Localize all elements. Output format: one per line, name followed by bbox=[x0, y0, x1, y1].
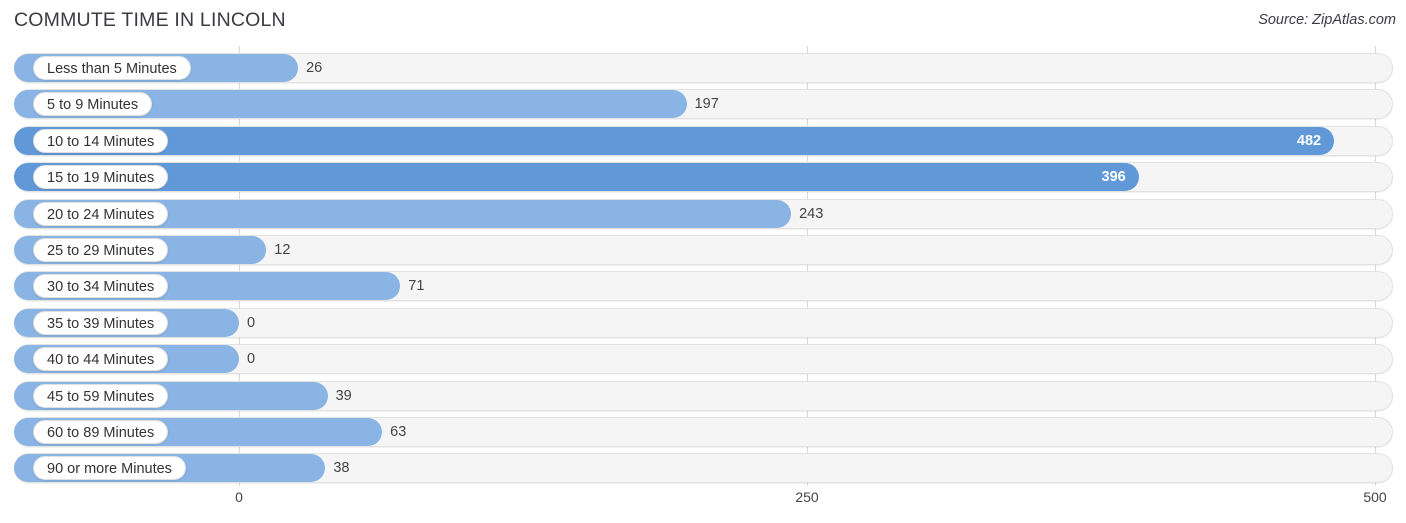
page-title: COMMUTE TIME IN LINCOLN bbox=[14, 9, 286, 31]
table-row: 40 to 44 Minutes 0 bbox=[0, 344, 1406, 380]
bar-value-label: 197 bbox=[694, 96, 719, 113]
bar-value-label: 396 bbox=[1101, 169, 1126, 186]
bar[interactable]: 482 bbox=[14, 126, 1335, 155]
table-row: 45 to 59 Minutes 39 bbox=[0, 380, 1406, 417]
bar-value-label: 63 bbox=[390, 424, 407, 440]
bar-category-label: 20 to 24 Minutes bbox=[33, 201, 169, 226]
bar-category-label: 60 to 89 Minutes bbox=[33, 420, 169, 444]
x-axis-tick-500: 500 bbox=[1363, 489, 1387, 505]
bar-category-label: 5 to 9 Minutes bbox=[33, 92, 153, 117]
table-row: 482 10 to 14 Minutes bbox=[0, 125, 1406, 162]
bar-category-label: 25 to 29 Minutes bbox=[33, 238, 169, 262]
bar-value-label: 39 bbox=[335, 387, 352, 404]
table-row: 30 to 34 Minutes 71 bbox=[0, 271, 1406, 307]
chart-plot-area: Less than 5 Minutes 26 5 to 9 Minutes 197 48… bbox=[0, 46, 1406, 486]
table-row: 5 to 9 Minutes 197 bbox=[0, 89, 1406, 125]
bar-value-label: 26 bbox=[306, 60, 323, 76]
table-row: 25 to 29 Minutes 12 bbox=[0, 235, 1406, 271]
x-axis-tick-0: 0 bbox=[235, 489, 243, 505]
x-axis-tick-250: 250 bbox=[795, 489, 819, 505]
bar-value-label: 243 bbox=[799, 205, 824, 222]
bar-category-label: 45 to 59 Minutes bbox=[33, 383, 169, 408]
bar-category-label: 40 to 44 Minutes bbox=[33, 347, 169, 372]
table-row: 60 to 89 Minutes 63 bbox=[0, 417, 1406, 453]
table-row: 35 to 39 Minutes 0 bbox=[0, 307, 1406, 344]
bar-category-label: 10 to 14 Minutes bbox=[33, 128, 169, 153]
bar-value-label: 38 bbox=[333, 460, 350, 477]
table-row: 396 15 to 19 Minutes bbox=[0, 162, 1406, 198]
bar-category-label: 35 to 39 Minutes bbox=[33, 310, 169, 335]
bar-value-label: 12 bbox=[274, 242, 291, 258]
bar-category-label: 15 to 19 Minutes bbox=[33, 165, 169, 190]
bar-value-label: 71 bbox=[408, 278, 425, 295]
bar-value-label: 482 bbox=[1296, 132, 1322, 149]
table-row: 20 to 24 Minutes 243 bbox=[0, 198, 1406, 235]
bar[interactable]: 396 bbox=[14, 163, 1139, 192]
bar-value-label: 0 bbox=[247, 314, 256, 331]
bar-value-label: 0 bbox=[247, 351, 256, 368]
source-attribution: Source: ZipAtlas.com bbox=[1258, 12, 1396, 28]
bar-category-label: 30 to 34 Minutes bbox=[33, 274, 169, 299]
x-axis: 0 250 500 bbox=[0, 483, 1406, 523]
bar-category-label: Less than 5 Minutes bbox=[33, 56, 191, 80]
chart-header: COMMUTE TIME IN LINCOLN Source: ZipAtlas… bbox=[0, 0, 1406, 46]
bar-category-label: 90 or more Minutes bbox=[33, 456, 186, 481]
table-row: Less than 5 Minutes 26 bbox=[0, 53, 1406, 89]
